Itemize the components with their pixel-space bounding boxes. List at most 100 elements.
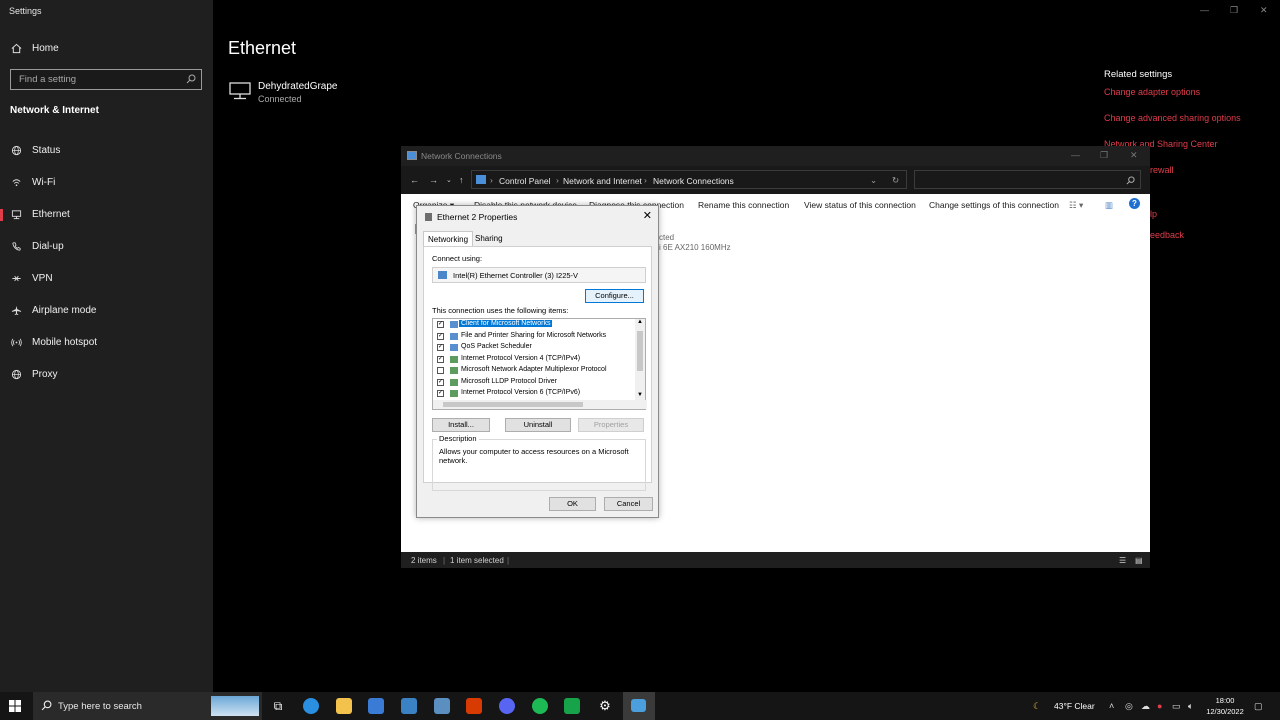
horizontal-scrollbar[interactable] <box>433 400 647 409</box>
uninstall-button[interactable]: Uninstall <box>505 418 571 432</box>
up-arrow-icon[interactable]: ↑ <box>459 175 464 185</box>
minimize-button[interactable]: — <box>1071 150 1080 160</box>
checkbox[interactable]: ✓ <box>437 332 444 340</box>
mail-icon[interactable] <box>401 698 417 714</box>
list-item[interactable]: ✓ Internet Protocol Version 4 (TCP/IPv4) <box>433 354 633 365</box>
scrollbar-thumb[interactable] <box>443 402 583 407</box>
list-item[interactable]: ✓ Microsoft LLDP Protocol Driver <box>433 377 633 388</box>
close-button[interactable]: ✕ <box>1130 150 1138 161</box>
network-tray-icon[interactable]: ▭ <box>1172 701 1181 712</box>
weather-moon-icon[interactable]: ☾ <box>1033 701 1041 712</box>
tray-icon[interactable]: ◎ <box>1125 701 1133 712</box>
help-link[interactable]: lp <box>1150 209 1157 219</box>
spotify-icon[interactable] <box>532 698 548 714</box>
sidebar-item-dialup[interactable]: Dial-up <box>0 233 213 259</box>
list-item[interactable]: ✓ Client for Microsoft Networks <box>433 319 633 330</box>
view-options-icon[interactable]: ☷ ▾ <box>1069 200 1083 211</box>
breadcrumb-control-panel[interactable]: Control Panel <box>499 176 551 186</box>
sidebar-item-mobile-hotspot[interactable]: Mobile hotspot <box>0 329 213 355</box>
checkbox[interactable] <box>437 367 444 374</box>
sidebar-item-wifi[interactable]: Wi-Fi <box>0 169 213 195</box>
app-icon[interactable] <box>564 698 580 714</box>
list-item[interactable]: ✓ File and Printer Sharing for Microsoft… <box>433 331 633 342</box>
settings-gear-icon[interactable]: ⚙ <box>597 698 613 714</box>
minimize-button[interactable]: — <box>1200 5 1209 15</box>
checkbox[interactable]: ✓ <box>437 390 444 397</box>
windows-start-icon[interactable] <box>9 700 21 712</box>
checkbox[interactable]: ✓ <box>437 378 444 386</box>
sidebar-item-label: Proxy <box>32 368 58 380</box>
sidebar-item-label: Airplane mode <box>32 304 97 316</box>
edge-icon[interactable] <box>303 698 319 714</box>
checkbox[interactable]: ✓ <box>437 321 444 328</box>
close-icon[interactable]: ✕ <box>643 209 652 222</box>
maximize-button[interactable]: ❐ <box>1230 5 1238 16</box>
install-button[interactable]: Install... <box>432 418 490 432</box>
list-item[interactable]: ✓ QoS Packet Scheduler <box>433 342 633 353</box>
ok-button[interactable]: OK <box>549 497 596 511</box>
sidebar-item-status[interactable]: Status <box>0 137 213 163</box>
change-sharing-options-link[interactable]: Change advanced sharing options <box>1104 113 1241 123</box>
office-icon[interactable] <box>466 698 482 714</box>
sidebar-item-ethernet[interactable]: Ethernet <box>0 201 213 227</box>
breadcrumb-network-connections[interactable]: Network Connections <box>653 176 734 186</box>
volume-icon[interactable]: 🔈︎ <box>1188 701 1193 712</box>
tray-icon[interactable]: ☁ <box>1141 701 1150 712</box>
ethernet-icon[interactable] <box>229 82 251 100</box>
list-item[interactable]: Microsoft Network Adapter Multiplexor Pr… <box>433 365 633 376</box>
checkbox[interactable]: ✓ <box>437 355 444 363</box>
configure-button[interactable]: Configure... <box>585 289 644 303</box>
tab-sharing[interactable]: Sharing <box>471 231 507 247</box>
scrollbar-thumb[interactable] <box>637 331 643 371</box>
sidebar-item-proxy[interactable]: Proxy <box>0 361 213 387</box>
view-status-button[interactable]: View status of this connection <box>804 200 916 210</box>
preview-pane-icon[interactable]: ▥ <box>1105 200 1113 211</box>
help-icon[interactable]: ? <box>1129 198 1140 209</box>
address-bar[interactable]: › Control Panel › Network and Internet ›… <box>471 170 907 189</box>
tray-icon[interactable]: ● <box>1157 701 1162 711</box>
sidebar-item-home[interactable]: Home <box>0 35 213 61</box>
file-explorer-icon[interactable] <box>336 698 352 714</box>
search-input[interactable] <box>914 170 1141 189</box>
close-button[interactable]: ✕ <box>1260 5 1268 16</box>
rename-button[interactable]: Rename this connection <box>698 200 789 210</box>
store-icon[interactable] <box>368 698 384 714</box>
tab-networking[interactable]: Networking <box>423 231 474 247</box>
checkbox[interactable]: ✓ <box>437 344 444 351</box>
chevron-up-icon[interactable]: ˄ <box>1109 701 1114 711</box>
scroll-down-icon[interactable]: ▼ <box>637 392 643 398</box>
change-adapter-options-link[interactable]: Change adapter options <box>1104 87 1200 97</box>
cancel-button[interactable]: Cancel <box>604 497 653 511</box>
change-settings-button[interactable]: Change settings of this connection <box>929 200 1059 210</box>
details-view-icon[interactable]: ☰ <box>1119 556 1126 565</box>
list-item[interactable]: ✓ Internet Protocol Version 6 (TCP/IPv6) <box>433 388 633 399</box>
chevron-down-icon[interactable]: ⌄ <box>870 175 877 186</box>
notifications-icon[interactable]: ▢ <box>1254 701 1263 712</box>
task-view-icon[interactable]: ⧉ <box>270 698 286 714</box>
vertical-scrollbar[interactable]: ▲ ▼ <box>635 319 645 401</box>
maximize-button[interactable]: ❐ <box>1100 150 1108 161</box>
properties-button[interactable]: Properties <box>578 418 644 432</box>
taskbar-search[interactable]: Type here to search <box>33 692 262 720</box>
discord-icon[interactable] <box>499 698 515 714</box>
clock[interactable]: 18:00 12/30/2022 <box>1205 695 1245 717</box>
window-titlebar[interactable]: Network Connections — ❐ ✕ <box>401 146 1150 166</box>
weather-status[interactable]: 43°F Clear <box>1054 701 1095 711</box>
scroll-up-icon[interactable]: ▲ <box>637 319 643 325</box>
network-name[interactable]: DehydratedGrape <box>258 81 338 92</box>
search-input[interactable]: Find a setting <box>10 69 202 90</box>
sidebar-item-vpn[interactable]: VPN <box>0 265 213 291</box>
items-listbox[interactable]: ✓ Client for Microsoft Networks ✓ File a… <box>432 318 647 410</box>
feedback-link[interactable]: eedback <box>1150 230 1184 240</box>
firewall-link[interactable]: rewall <box>1150 165 1174 175</box>
tiles-view-icon[interactable]: ▤ <box>1135 556 1143 565</box>
refresh-icon[interactable]: ↻ <box>892 175 899 186</box>
phone-icon <box>10 240 22 252</box>
forward-arrow-icon[interactable]: → <box>429 175 438 185</box>
back-arrow-icon[interactable]: ← <box>410 175 419 185</box>
calculator-icon[interactable] <box>434 698 450 714</box>
chevron-down-icon[interactable]: ⌄ <box>446 176 452 184</box>
protocol-icon <box>450 367 458 374</box>
sidebar-item-airplane-mode[interactable]: Airplane mode <box>0 297 213 323</box>
breadcrumb-network-internet[interactable]: Network and Internet <box>563 176 642 186</box>
